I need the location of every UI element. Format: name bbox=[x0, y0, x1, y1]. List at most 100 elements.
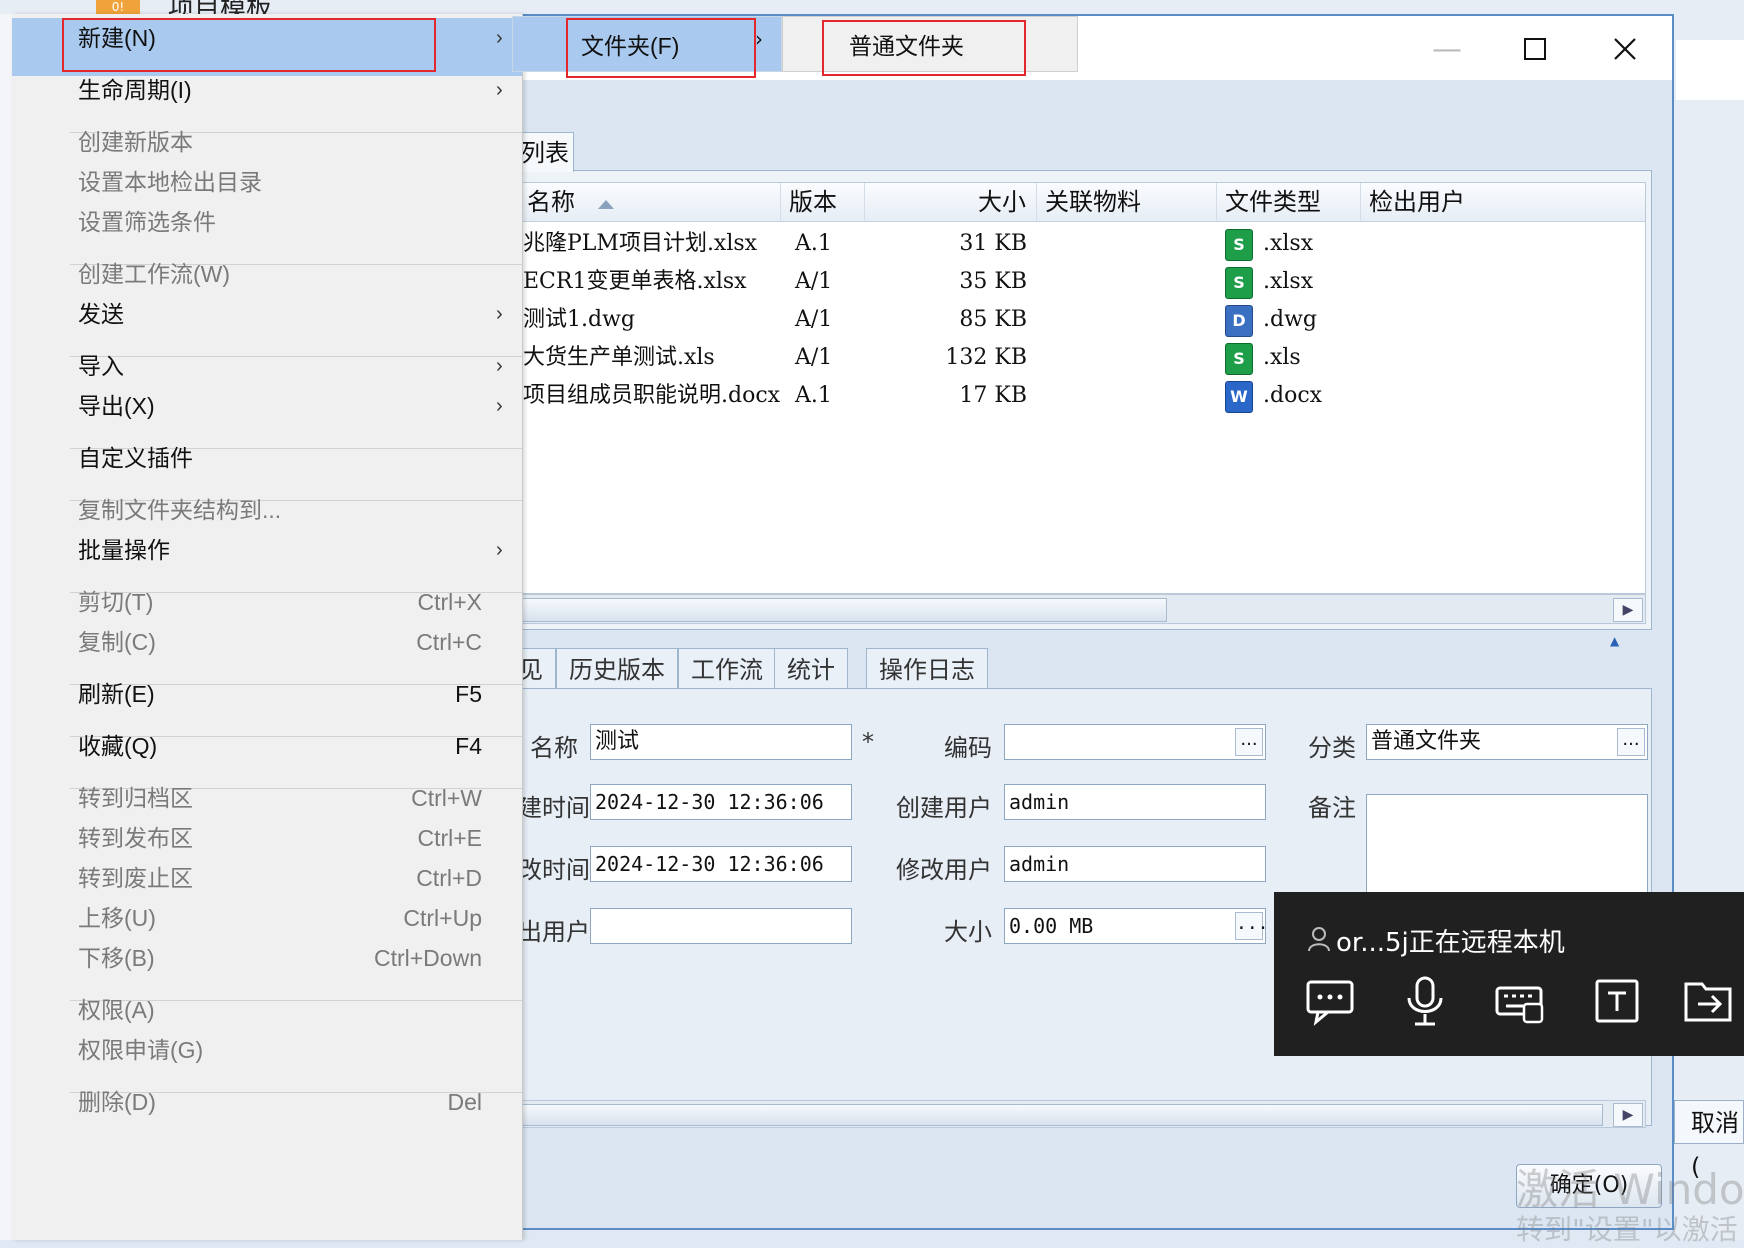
menu-item-create-workflow[interactable]: 创建工作流(W) bbox=[12, 254, 522, 294]
menu-item-custom-plugin[interactable]: 自定义插件 bbox=[12, 438, 522, 478]
menu-item-copy-folder-structure[interactable]: 复制文件夹结构到... bbox=[12, 490, 522, 530]
background-cancel-button[interactable]: 取消( bbox=[1674, 1100, 1744, 1181]
menu-item-favorite[interactable]: 收藏(Q) F4 bbox=[12, 726, 522, 766]
menu-item-create-new-version[interactable]: 创建新版本 bbox=[12, 122, 522, 162]
menu-item-cut[interactable]: 剪切(T) Ctrl+X bbox=[12, 582, 522, 622]
table-row[interactable]: 项目组成员职能说明.docx A.1 17 KB W .docx bbox=[519, 375, 1645, 417]
menu-item-move-down[interactable]: 下移(B) Ctrl+Down bbox=[12, 938, 522, 978]
name-input[interactable]: 测试 bbox=[590, 724, 852, 760]
tab-operation-log[interactable]: 操作日志 bbox=[866, 648, 988, 690]
text-icon[interactable] bbox=[1590, 976, 1644, 1026]
tab-statistics[interactable]: 统计 bbox=[774, 648, 848, 690]
menu-item-move-to-release[interactable]: 转到发布区 Ctrl+E bbox=[12, 818, 522, 858]
menu-item-label: 创建新版本 bbox=[78, 129, 193, 155]
menu-item-export[interactable]: 导出(X) › bbox=[12, 386, 522, 426]
splitter-up-icon[interactable]: ▲ bbox=[1610, 634, 1619, 648]
menu-item-label: 刷新(E) bbox=[78, 681, 155, 707]
remark-textarea[interactable] bbox=[1366, 794, 1648, 894]
modified-time-input[interactable]: 2024-12-30 12:36:06 bbox=[590, 846, 852, 882]
submenu-arrow-icon: › bbox=[496, 79, 503, 101]
column-header-name[interactable]: 名称 bbox=[519, 183, 781, 221]
version-cell: A/1 bbox=[795, 269, 833, 294]
menu-item-label: 导出(X) bbox=[78, 393, 155, 419]
menu-item-permission[interactable]: 权限(A) bbox=[12, 990, 522, 1030]
microphone-icon[interactable] bbox=[1398, 976, 1452, 1026]
menu-item-delete[interactable]: 删除(D) Del bbox=[12, 1082, 522, 1122]
size-browse-button[interactable]: ... bbox=[1235, 912, 1265, 940]
menu-item-shortcut: F4 bbox=[455, 733, 482, 759]
menu-item-label: 生命周期(I) bbox=[78, 77, 192, 103]
user-icon bbox=[1308, 927, 1330, 952]
chat-icon[interactable] bbox=[1304, 976, 1358, 1026]
code-input[interactable]: ... bbox=[1004, 724, 1266, 760]
list-horizontal-scrollbar[interactable]: ▶ bbox=[518, 594, 1646, 624]
column-header-size[interactable]: 大小 bbox=[865, 183, 1037, 221]
menu-item-move-to-obsolete[interactable]: 转到废止区 Ctrl+D bbox=[12, 858, 522, 898]
excel-icon: S bbox=[1225, 343, 1253, 375]
table-row[interactable]: ECR1变更单表格.xlsx A/1 35 KB S .xlsx bbox=[519, 261, 1645, 303]
menu-item-batch-operation[interactable]: 批量操作 › bbox=[12, 530, 522, 570]
menu-item-set-local-checkout-dir[interactable]: 设置本地检出目录 bbox=[12, 162, 522, 202]
submenu-arrow-icon: › bbox=[496, 355, 503, 377]
created-user-input[interactable]: admin bbox=[1004, 784, 1266, 820]
word-icon: W bbox=[1225, 381, 1253, 413]
modified-time-label: 改时间 bbox=[518, 856, 590, 884]
tab-history-versions[interactable]: 历史版本 bbox=[556, 648, 678, 690]
filetype-cell: .xlsx bbox=[1263, 231, 1314, 256]
tab-workflow[interactable]: 工作流 bbox=[678, 648, 776, 690]
created-time-input[interactable]: 2024-12-30 12:36:06 bbox=[590, 784, 852, 820]
menu-item-shortcut: Ctrl+X bbox=[417, 589, 482, 615]
menu-item-refresh[interactable]: 刷新(E) F5 bbox=[12, 674, 522, 714]
menu-item-label: 复制文件夹结构到... bbox=[78, 497, 282, 523]
menu-item-permission-request[interactable]: 权限申请(G) bbox=[12, 1030, 522, 1070]
table-row[interactable]: 大货生产单测试.xls A/1 132 KB S .xls bbox=[519, 337, 1645, 379]
column-header-filetype[interactable]: 文件类型 bbox=[1217, 183, 1361, 221]
scrollbar-thumb[interactable] bbox=[521, 1104, 1603, 1126]
table-row[interactable]: 测试1.dwg A/1 85 KB D .dwg bbox=[519, 299, 1645, 341]
menu-item-shortcut: Ctrl+D bbox=[416, 865, 482, 891]
file-name-cell: ECR1变更单表格.xlsx bbox=[523, 269, 747, 294]
category-browse-button[interactable]: ... bbox=[1617, 728, 1645, 756]
scrollbar-thumb[interactable] bbox=[521, 598, 1167, 622]
checkout-user-input[interactable] bbox=[590, 908, 852, 944]
close-button[interactable] bbox=[1590, 24, 1660, 74]
category-input[interactable]: 普通文件夹 ... bbox=[1366, 724, 1648, 760]
menu-item-copy[interactable]: 复制(C) Ctrl+C bbox=[12, 622, 522, 662]
version-cell: A.1 bbox=[795, 383, 832, 408]
scroll-right-arrow-icon[interactable]: ▶ bbox=[1613, 598, 1643, 622]
detail-horizontal-scrollbar[interactable]: ▶ bbox=[518, 1100, 1646, 1128]
scroll-right-arrow-icon[interactable]: ▶ bbox=[1613, 1103, 1643, 1127]
column-header-material[interactable]: 关联物料 bbox=[1037, 183, 1217, 221]
size-input[interactable]: 0.00 MB ... bbox=[1004, 908, 1266, 944]
code-browse-button[interactable]: ... bbox=[1235, 728, 1263, 756]
keyboard-icon[interactable] bbox=[1494, 976, 1548, 1026]
menu-item-lifecycle[interactable]: 生命周期(I) › bbox=[12, 70, 522, 110]
menu-item-move-up[interactable]: 上移(U) Ctrl+Up bbox=[12, 898, 522, 938]
file-transfer-icon[interactable] bbox=[1682, 976, 1736, 1026]
file-name-cell: 项目组成员职能说明.docx bbox=[523, 383, 781, 408]
menu-item-shortcut: Ctrl+Down bbox=[373, 945, 482, 971]
table-row[interactable]: 兆隆PLM项目计划.xlsx A.1 31 KB S .xlsx bbox=[519, 223, 1645, 265]
maximize-icon bbox=[1524, 38, 1546, 60]
size-cell: 35 KB bbox=[959, 269, 1027, 294]
menu-item-label: 发送 bbox=[78, 301, 124, 327]
menu-item-send[interactable]: 发送 › bbox=[12, 294, 522, 334]
size-cell: 17 KB bbox=[959, 383, 1027, 408]
menu-item-set-filter[interactable]: 设置筛选条件 bbox=[12, 202, 522, 242]
size-label: 大小 bbox=[944, 918, 992, 946]
code-label: 编码 bbox=[944, 734, 992, 762]
modified-user-input[interactable]: admin bbox=[1004, 846, 1266, 882]
maximize-button[interactable] bbox=[1500, 24, 1570, 74]
filetype-cell: .dwg bbox=[1263, 307, 1317, 332]
created-time-label: 建时间 bbox=[518, 794, 590, 822]
filetype-cell: .xlsx bbox=[1263, 269, 1314, 294]
column-name-label: 名称 bbox=[527, 188, 575, 216]
menu-item-move-to-archive[interactable]: 转到归档区 Ctrl+W bbox=[12, 778, 522, 818]
file-name-cell: 兆隆PLM项目计划.xlsx bbox=[523, 231, 758, 256]
column-header-version[interactable]: 版本 bbox=[781, 183, 865, 221]
file-name-cell: 测试1.dwg bbox=[523, 307, 635, 332]
menu-item-import[interactable]: 导入 › bbox=[12, 346, 522, 386]
column-header-checkout-user[interactable]: 检出用户 bbox=[1361, 183, 1645, 221]
minimize-button[interactable]: — bbox=[1412, 24, 1482, 74]
menu-item-label: 剪切(T) bbox=[78, 589, 154, 615]
